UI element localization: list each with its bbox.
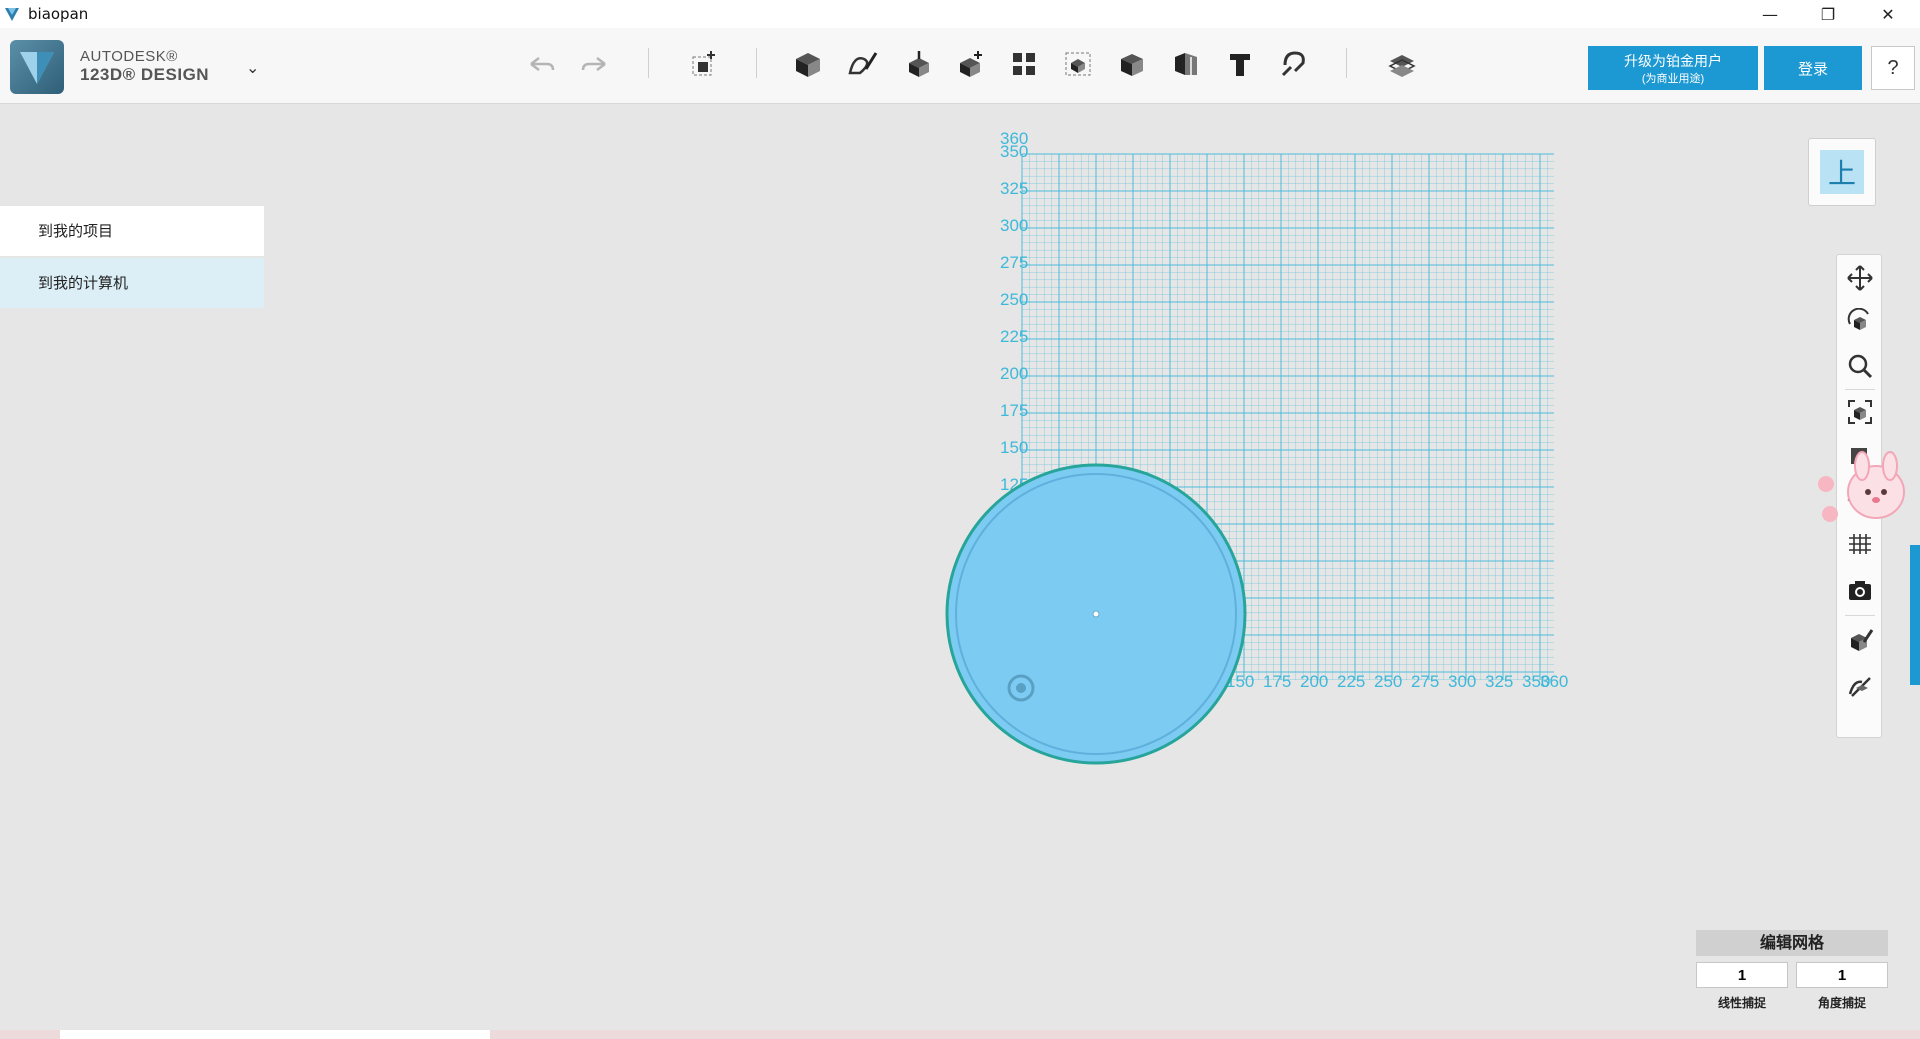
fit-icon[interactable]: [1843, 395, 1877, 429]
modify-icon[interactable]: [954, 46, 990, 82]
circle-sketch: [945, 463, 1247, 765]
camera-icon[interactable]: [1843, 573, 1877, 607]
view-cube-top-face[interactable]: 上: [1820, 150, 1864, 194]
grouping-icon[interactable]: [1060, 46, 1096, 82]
text-icon[interactable]: [1222, 46, 1258, 82]
toolbar-separator: [1346, 48, 1347, 78]
sketch-icon[interactable]: [844, 46, 880, 82]
chevron-down-icon[interactable]: ⌄: [246, 58, 259, 77]
transform-icon[interactable]: [686, 46, 722, 82]
grid-edit-panel: 编辑网格 线性捕捉 角度捕捉: [1696, 930, 1888, 1012]
linear-snap-input[interactable]: [1696, 962, 1788, 988]
toolbar-separator: [648, 48, 649, 78]
taskbar-item: [60, 1030, 490, 1039]
design-viewport[interactable]: 360350325300275250225200175150125 150 175…: [0, 104, 1920, 1030]
redo-icon[interactable]: [576, 46, 612, 82]
measure-icon[interactable]: [1168, 46, 1204, 82]
logo-icon: [20, 52, 54, 84]
brand-line1: AUTODESK®: [80, 48, 178, 65]
upgrade-button[interactable]: 升级为铂金用户 (为商业用途): [1588, 46, 1758, 90]
y-tick-label: 175: [1000, 401, 1028, 420]
brand-line2: 123D® DESIGN: [80, 65, 210, 84]
angle-snap-input[interactable]: [1796, 962, 1888, 988]
x-tick-label: 250: [1374, 672, 1402, 691]
x-tick-label: 300: [1448, 672, 1476, 691]
angle-snap-label: 角度捕捉: [1817, 996, 1866, 1010]
material-icon[interactable]: [1384, 46, 1420, 82]
primitives-icon[interactable]: [790, 46, 826, 82]
construct-icon[interactable]: [900, 46, 936, 82]
zoom-icon[interactable]: [1843, 349, 1877, 383]
snap-icon[interactable]: [1276, 46, 1312, 82]
x-tick-label: 360: [1540, 672, 1568, 691]
y-tick-label: 350: [1000, 142, 1028, 161]
maximize-button[interactable]: ❐: [1800, 0, 1856, 28]
y-tick-label: 275: [1000, 253, 1028, 272]
combine-icon[interactable]: [1114, 46, 1150, 82]
desktop-pet-sticker: [1818, 451, 1905, 522]
brand-name: AUTODESK® 123D® DESIGN: [80, 48, 209, 84]
upgrade-sublabel: (为商业用途): [1641, 73, 1705, 85]
x-tick-label: 225: [1337, 672, 1365, 691]
x-tick-label: 200: [1300, 672, 1328, 691]
app-menu-logo[interactable]: [10, 40, 64, 94]
x-tick-label: 325: [1485, 672, 1513, 691]
y-tick-label: 150: [1000, 438, 1028, 457]
y-tick-label: 250: [1000, 290, 1028, 309]
login-button[interactable]: 登录: [1764, 46, 1862, 90]
taskbar-strip: [0, 1030, 1920, 1039]
outline-icon[interactable]: [1843, 669, 1877, 703]
materials-icon[interactable]: [1843, 623, 1877, 657]
grid-x-tick-labels: 150 175 200 225 250 275 300 325 350360: [1226, 672, 1568, 691]
title-bar: biaopan — ❐ ✕: [0, 0, 1920, 28]
side-panel-toggle[interactable]: [1910, 545, 1920, 685]
undo-icon[interactable]: [524, 46, 560, 82]
app-logo-icon: [5, 8, 19, 21]
close-button[interactable]: ✕: [1860, 0, 1916, 28]
view-cube[interactable]: 上: [1808, 138, 1876, 206]
toolbar-separator: [756, 48, 757, 78]
grid-edit-title: 编辑网格: [1696, 930, 1888, 956]
pattern-icon[interactable]: [1006, 46, 1042, 82]
help-button[interactable]: ?: [1871, 46, 1915, 90]
nav-divider: [1845, 389, 1875, 390]
x-tick-label: 275: [1411, 672, 1439, 691]
upgrade-label: 升级为铂金用户: [1624, 53, 1722, 69]
orbit-icon[interactable]: [1843, 305, 1877, 339]
x-tick-label: 175: [1263, 672, 1291, 691]
y-tick-label: 200: [1000, 364, 1028, 383]
window-title: biaopan: [28, 5, 89, 23]
y-tick-label: 300: [1000, 216, 1028, 235]
minimize-button[interactable]: —: [1742, 0, 1798, 28]
circle-center-point[interactable]: [1092, 610, 1100, 618]
linear-snap-label: 线性捕捉: [1717, 996, 1766, 1010]
nav-divider: [1845, 615, 1875, 616]
y-tick-label: 225: [1000, 327, 1028, 346]
pan-icon[interactable]: [1843, 261, 1877, 295]
y-tick-label: 325: [1000, 179, 1028, 198]
grid-y-tick-labels: 360350325300275250225200175150125: [1000, 129, 1028, 494]
